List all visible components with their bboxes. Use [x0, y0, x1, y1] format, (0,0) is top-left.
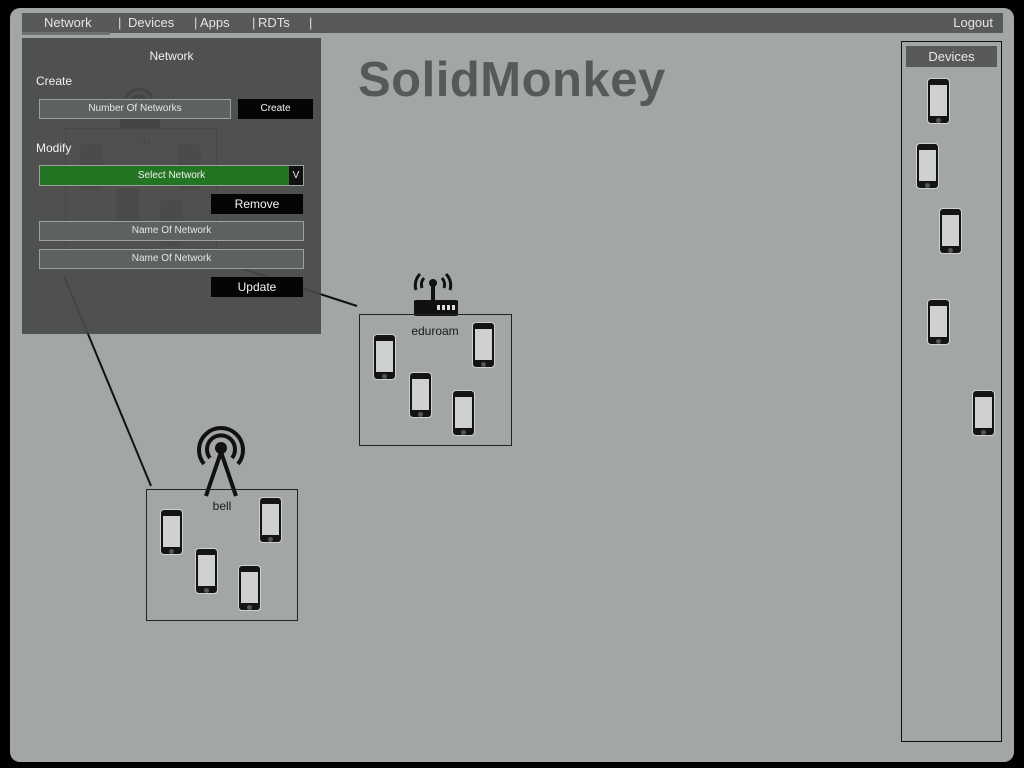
- panel-title: Network: [149, 49, 194, 63]
- select-network-dropdown[interactable]: Select Network V: [39, 165, 304, 186]
- number-of-networks-input[interactable]: Number Of Networks: [39, 99, 231, 119]
- phone-device[interactable]: [927, 78, 950, 124]
- remove-button[interactable]: Remove: [211, 194, 303, 214]
- create-label: Create: [36, 74, 73, 88]
- network-name-label: bell: [212, 499, 232, 513]
- chevron-down-icon[interactable]: V: [289, 166, 303, 185]
- phone-device[interactable]: [195, 548, 218, 594]
- network-name-input-2[interactable]: Name Of Network: [39, 249, 304, 269]
- phone-device[interactable]: [916, 143, 939, 189]
- phone-device[interactable]: [452, 390, 475, 436]
- network-panel: Network Create Number Of Networks Create…: [22, 38, 321, 334]
- phone-device[interactable]: [972, 390, 995, 436]
- create-button[interactable]: Create: [238, 99, 313, 119]
- network-name-input-1[interactable]: Name Of Network: [39, 221, 304, 241]
- phone-device[interactable]: [259, 497, 282, 543]
- modify-label: Modify: [36, 141, 72, 155]
- phone-device[interactable]: [373, 334, 396, 380]
- select-network-value: Select Network: [137, 170, 206, 181]
- devices-panel-title: Devices: [906, 46, 997, 67]
- phone-device[interactable]: [238, 565, 261, 611]
- phone-device[interactable]: [160, 509, 183, 555]
- phone-device[interactable]: [409, 372, 432, 418]
- phone-device[interactable]: [472, 322, 495, 368]
- update-button[interactable]: Update: [211, 277, 303, 297]
- app-frame: Network | Devices | Apps | RDTs | Logout…: [10, 8, 1014, 762]
- phone-device[interactable]: [927, 299, 950, 345]
- network-name-label: eduroam: [411, 324, 459, 338]
- phone-device[interactable]: [939, 208, 962, 254]
